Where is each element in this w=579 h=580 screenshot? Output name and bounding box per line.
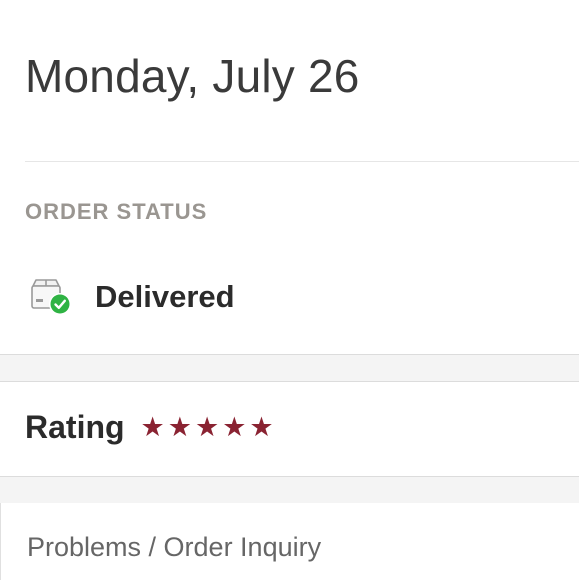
package-delivered-icon: [25, 277, 73, 317]
order-status-value: Delivered: [95, 279, 235, 314]
order-status-heading: ORDER STATUS: [25, 199, 208, 224]
order-date-title: Monday, July 26: [25, 50, 360, 102]
order-inquiry-button[interactable]: Problems / Order Inquiry: [0, 503, 579, 580]
order-inquiry-label: Problems / Order Inquiry: [27, 532, 322, 562]
star-icon[interactable]: ★: [168, 414, 192, 441]
rating-label: Rating: [25, 408, 125, 445]
star-icon[interactable]: ★: [222, 414, 246, 441]
order-status-row: Delivered: [25, 272, 235, 322]
rating-row[interactable]: Rating ★ ★ ★ ★ ★: [25, 406, 277, 448]
section-separator: [0, 476, 579, 504]
order-detail-page: Monday, July 26 ORDER STATUS Delivered R…: [0, 0, 579, 580]
divider: [25, 161, 579, 162]
section-separator: [0, 354, 579, 382]
star-icon[interactable]: ★: [195, 414, 219, 441]
rating-stars[interactable]: ★ ★ ★ ★ ★: [141, 414, 277, 441]
star-icon[interactable]: ★: [141, 414, 165, 441]
star-icon[interactable]: ★: [249, 414, 273, 441]
